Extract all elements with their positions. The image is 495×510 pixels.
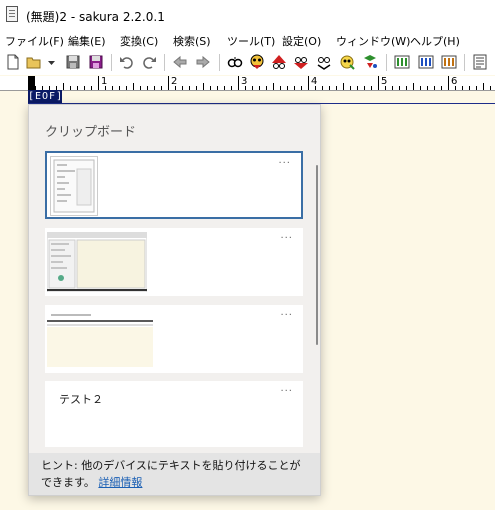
window-list-icon[interactable] [441, 54, 457, 70]
hint-footer: ヒント: 他のデバイスにテキストを貼り付けることができます。 詳細情報 [29, 453, 320, 495]
search-icon[interactable] [227, 54, 243, 70]
text-window-icon[interactable] [472, 54, 488, 70]
toolbar-separator [164, 54, 165, 71]
clipboard-item[interactable]: ··· テスト２ [45, 381, 303, 447]
menu-convert[interactable]: 変換(C) [120, 33, 158, 49]
window-title: (無題)2 - sakura 2.2.0.1 [26, 10, 165, 24]
redo-icon[interactable] [141, 54, 157, 70]
ruler-cursor-marker [28, 76, 35, 90]
toolbar-separator [464, 54, 465, 71]
forward-icon[interactable] [195, 54, 211, 70]
new-file-icon[interactable] [5, 54, 21, 70]
more-options-icon[interactable]: ··· [278, 158, 291, 169]
save-icon[interactable] [65, 54, 81, 70]
save-all-icon[interactable] [88, 54, 104, 70]
ruler-label: 6 [451, 76, 458, 87]
back-icon[interactable] [172, 54, 188, 70]
tag-jump-icon[interactable] [316, 54, 332, 70]
learn-more-link[interactable]: 詳細情報 [98, 476, 142, 489]
more-options-icon[interactable]: ··· [280, 386, 293, 397]
dropdown-arrow-icon[interactable] [47, 54, 56, 70]
clipboard-title: クリップボード [45, 125, 137, 140]
hint-text: ヒント: 他のデバイスにテキストを貼り付けることができます。 [41, 459, 301, 489]
menu-file[interactable]: ファイル(F) [5, 33, 64, 49]
column-ruler: 1 2 3 4 5 6 [0, 76, 495, 91]
find-prev-icon[interactable] [271, 54, 287, 70]
menu-tools[interactable]: ツール(T) [227, 33, 275, 49]
ruler-label: 1 [101, 76, 108, 87]
clipboard-item-text: テスト２ [59, 393, 103, 406]
more-options-icon[interactable]: ··· [280, 310, 293, 321]
menu-bar: ファイル(F) 編集(E) 変換(C) 検索(S) ツール(T) 設定(O) ウ… [0, 30, 495, 50]
ruler-label: 3 [241, 76, 248, 87]
clipboard-image-thumbnail [50, 156, 98, 216]
toolbar-separator [386, 54, 387, 71]
toolbar-separator [111, 54, 112, 71]
bookmark-icon[interactable] [339, 54, 355, 70]
clipboard-image-thumbnail [47, 232, 147, 292]
menu-help[interactable]: ヘルプ(H) [410, 33, 460, 49]
clipboard-scrollbar[interactable] [316, 165, 318, 345]
clipboard-item[interactable]: ··· [45, 305, 303, 373]
settings-icon[interactable] [418, 54, 434, 70]
ruler-ticks [28, 76, 491, 90]
ruler-label: 4 [311, 76, 318, 87]
ruler-label: 2 [171, 76, 178, 87]
undo-icon[interactable] [119, 54, 135, 70]
clipboard-image-thumbnail [47, 311, 153, 367]
compare-icon[interactable] [394, 54, 410, 70]
eof-marker: [EOF] [28, 90, 64, 103]
clipboard-item[interactable]: ··· [45, 151, 303, 219]
menu-search[interactable]: 検索(S) [173, 33, 211, 49]
grep-icon[interactable] [249, 54, 265, 70]
outline-icon[interactable] [362, 54, 378, 70]
notepad-app-icon [6, 6, 18, 22]
ruler-label: 5 [381, 76, 388, 87]
find-next-icon[interactable] [293, 54, 309, 70]
clipboard-history-panel: クリップボード ··· ··· ··· ··· テスト２ ヒント: 他のデバイス… [28, 104, 321, 496]
title-bar: (無題)2 - sakura 2.2.0.1 [0, 0, 495, 30]
more-options-icon[interactable]: ··· [280, 233, 293, 244]
menu-window[interactable]: ウィンドウ(W) [336, 33, 410, 49]
line-number-gutter [0, 91, 28, 510]
toolbar [0, 50, 495, 75]
clipboard-item[interactable]: ··· [45, 228, 303, 296]
menu-edit[interactable]: 編集(E) [68, 33, 106, 49]
menu-settings[interactable]: 設定(O) [282, 33, 321, 49]
toolbar-separator [219, 54, 220, 71]
open-file-icon[interactable] [26, 54, 42, 70]
